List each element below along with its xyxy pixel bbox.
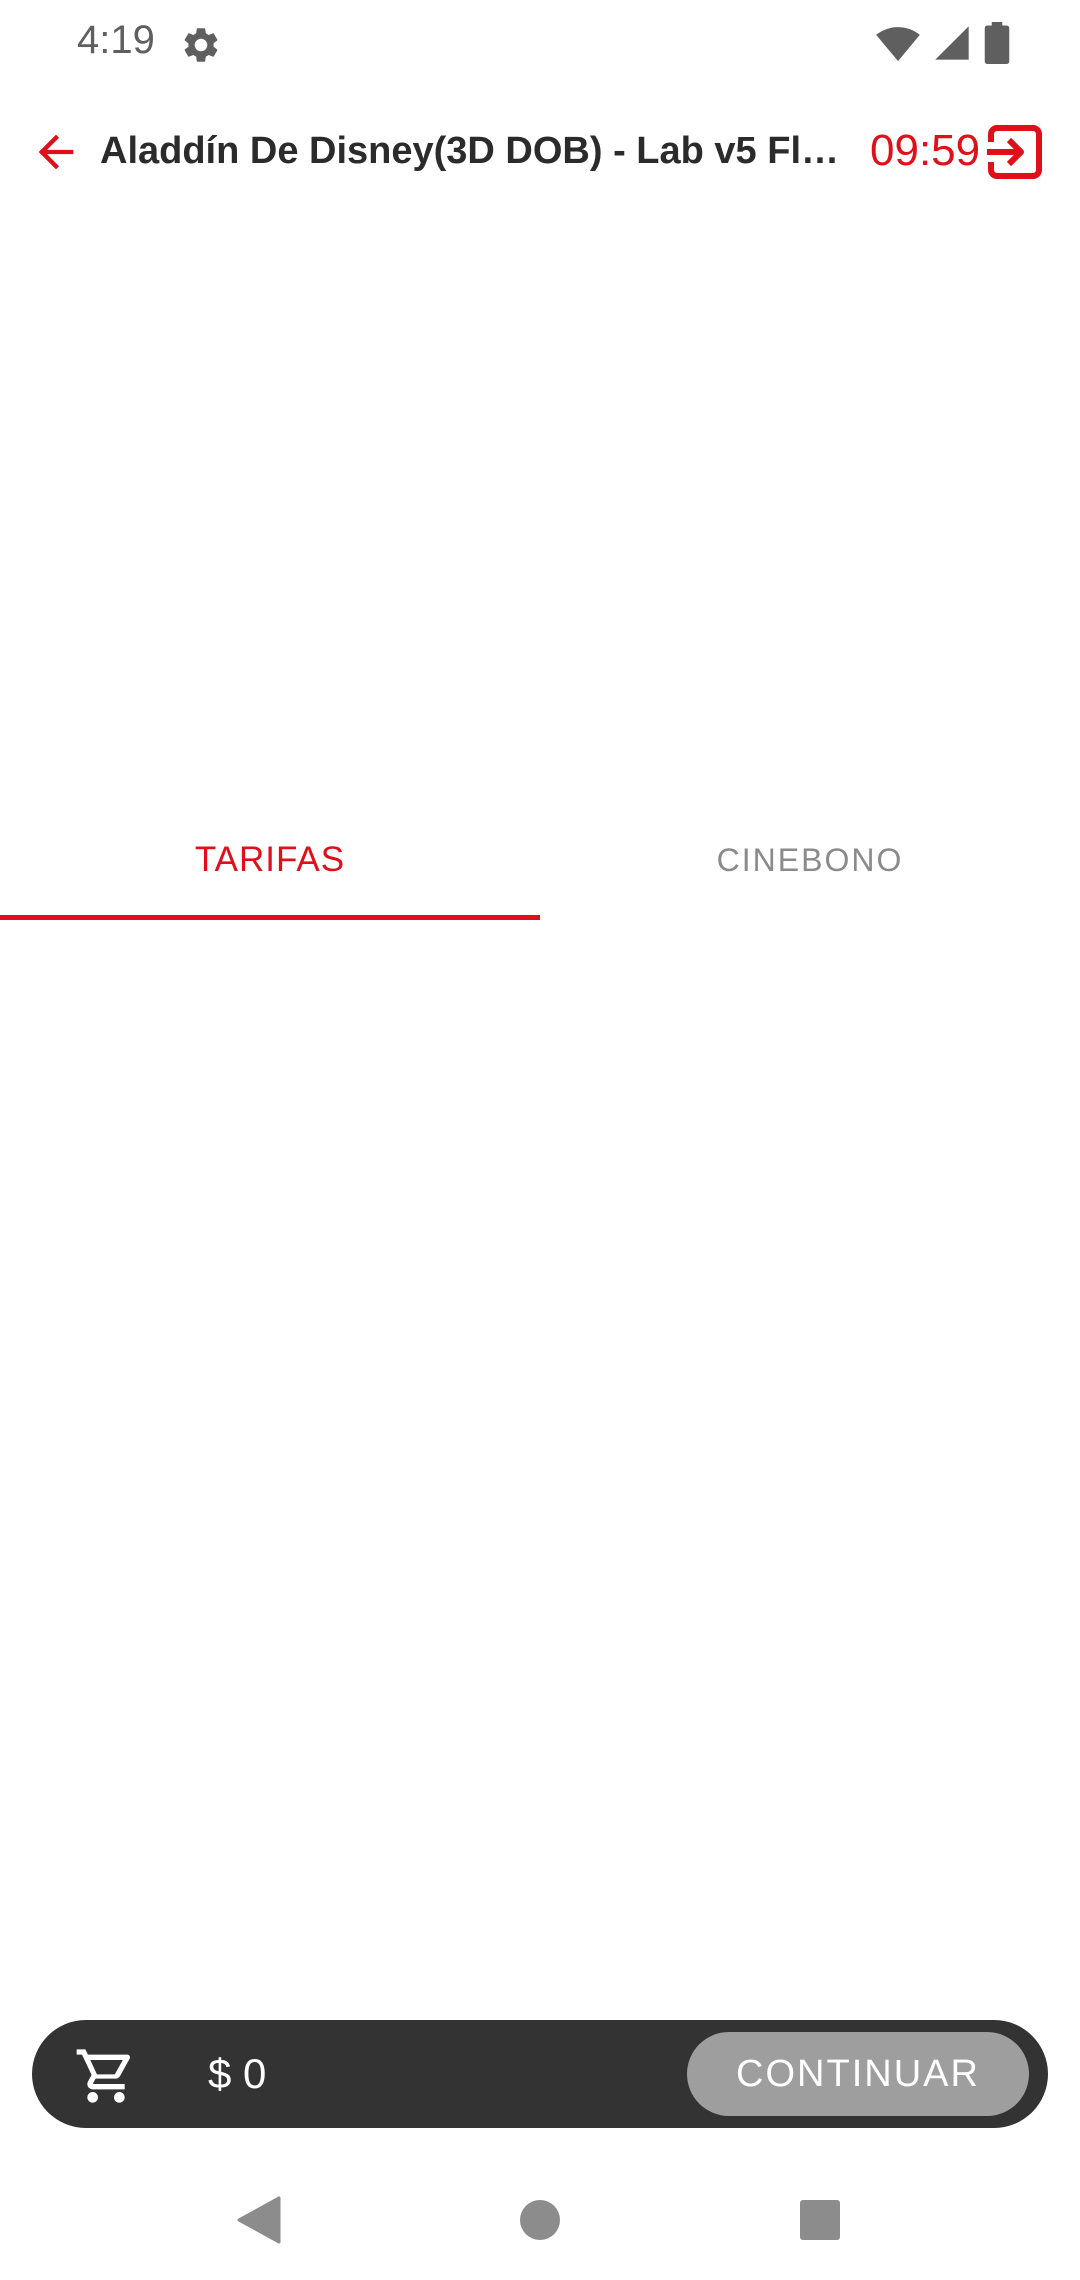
tab-tarifas[interactable]: TARIFAS [0,800,540,920]
app-bar: Aladdín De Disney(3D DOB) - Lab v5 Flore… [0,100,1080,204]
home-circle-icon [520,2200,560,2240]
nav-home-button[interactable] [510,2190,570,2250]
tab-label: CINEBONO [716,841,904,878]
tab-cinebono[interactable]: CINEBONO [540,800,1080,920]
back-button[interactable] [24,120,88,184]
status-time: 4:19 [77,18,155,62]
navigation-bar [0,2160,1080,2280]
exit-button[interactable] [985,122,1045,182]
back-triangle-icon [237,2196,281,2244]
battery-icon [984,22,1010,69]
nav-recents-button[interactable] [790,2190,850,2250]
wifi-icon [876,23,920,68]
recents-square-icon [800,2200,840,2240]
status-icons [876,22,1010,69]
continue-button[interactable]: CONTINUAR [687,2032,1029,2116]
screen: 4:19 Aladdín De Disney(3D DOB) - Lab v5 … [0,0,1080,2280]
countdown-timer: 09:59 [870,126,981,175]
tab-indicator [0,915,540,920]
signal-icon [932,23,972,68]
cart-bar: $ 0 CONTINUAR [32,2020,1048,2128]
settings-icon [180,24,222,66]
cart-total: $ 0 [208,2050,267,2097]
nav-back-button[interactable] [228,2190,288,2250]
status-bar: 4:19 [0,0,1080,88]
exit-icon [985,125,1042,179]
page-title: Aladdín De Disney(3D DOB) - Lab v5 Flore… [100,130,852,172]
tab-label: TARIFAS [194,840,346,879]
cart-icon[interactable] [74,2044,138,2108]
arrow-back-icon [38,134,74,170]
tab-bar: TARIFAS CINEBONO [0,800,1080,920]
